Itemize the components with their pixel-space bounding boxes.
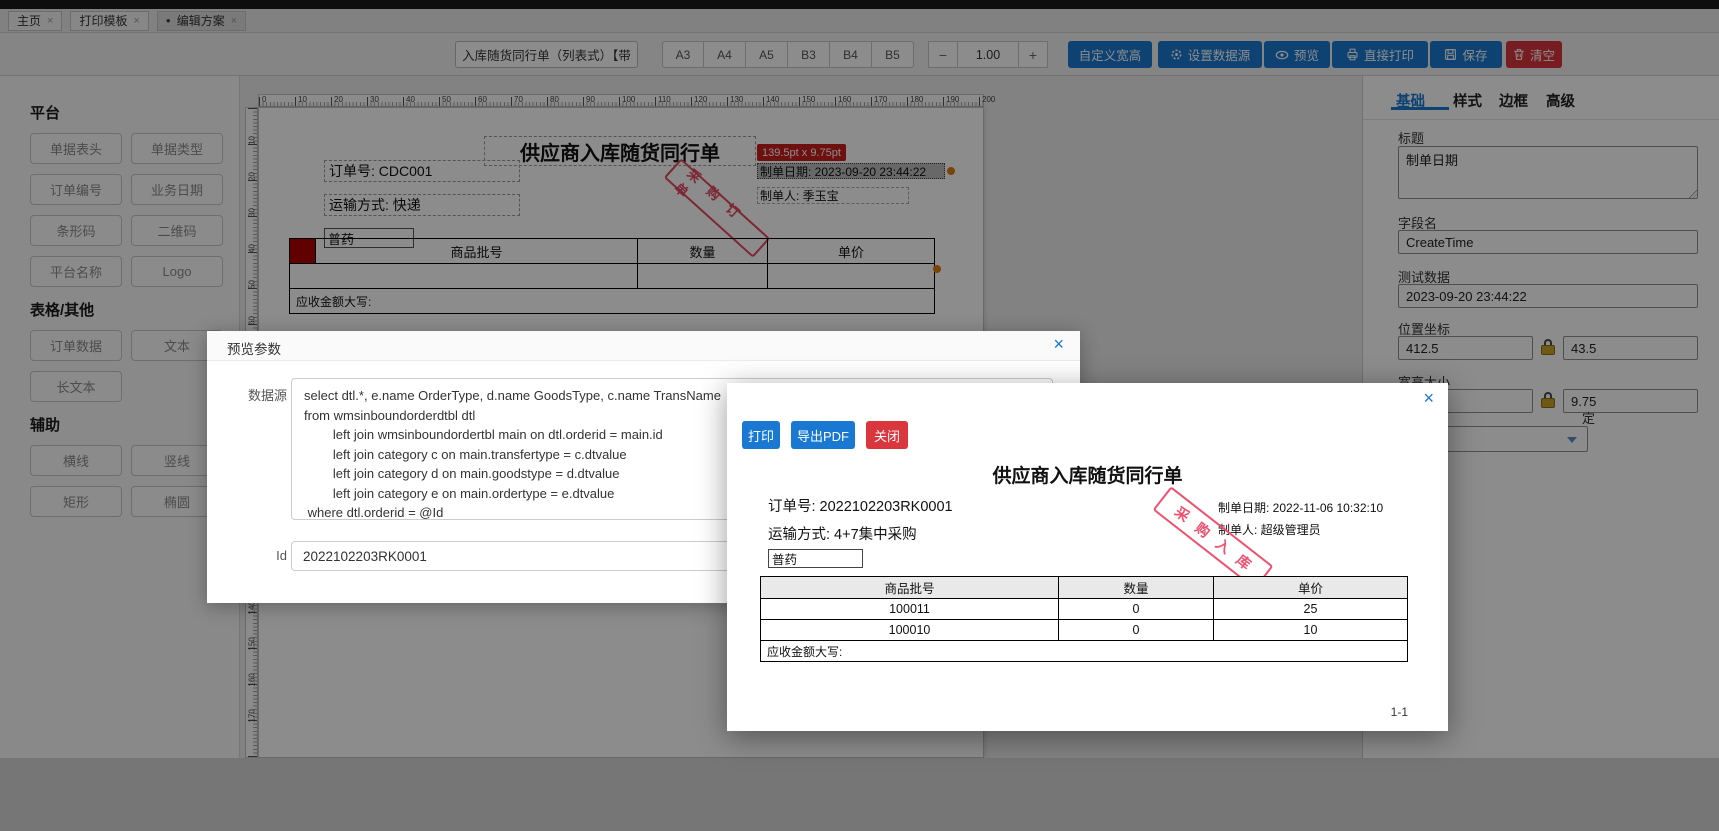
preview-table-cell: 10	[1213, 619, 1408, 641]
export-pdf-button[interactable]: 导出PDF	[791, 421, 855, 449]
preview-table-cell: 0	[1058, 619, 1214, 641]
dialog-header: 预览参数 ×	[207, 331, 1080, 361]
table-row: 100010 0 10	[760, 619, 1408, 641]
id-label: Id	[276, 548, 287, 563]
close-icon[interactable]: ×	[1053, 335, 1064, 353]
preview-table-header: 商品批号	[760, 576, 1059, 599]
preview-create-date: 制单日期: 2022-11-06 10:32:10	[1218, 501, 1384, 515]
preview-order-no: 订单号: 2022102203RK0001	[768, 499, 953, 515]
print-preview-dialog: × 打印 导出PDF 关闭 供应商入库随货同行单 订单号: 2022102203…	[727, 383, 1448, 731]
preview-transport: 运输方式: 4+7集中采购	[768, 527, 917, 543]
datasource-label: 数据源	[247, 388, 287, 403]
print-button[interactable]: 打印	[742, 421, 780, 449]
close-button[interactable]: 关闭	[866, 421, 908, 449]
preview-table-cell: 25	[1213, 598, 1408, 620]
preview-table-header: 数量	[1058, 576, 1214, 599]
preview-table-cell: 100011	[760, 598, 1059, 620]
preview-detail-table: 商品批号 数量 单价 100011 0 25 100010 0 10 应收金额大写:	[760, 576, 1408, 662]
preview-goods-type: 普药	[768, 549, 863, 568]
preview-table-cell: 0	[1058, 598, 1214, 620]
app-root: 主页×打印模板×●编辑方案× A3A4A5B3B4B5 − 1.00 + 自定义…	[0, 0, 1719, 831]
preview-doc-title: 供应商入库随货同行单	[992, 466, 1183, 487]
amount-words-cell: 应收金额大写:	[760, 640, 1408, 662]
close-icon[interactable]: ×	[1423, 389, 1434, 407]
table-row: 100011 0 25	[760, 598, 1408, 620]
preview-table-header: 单价	[1213, 576, 1408, 599]
page-indicator: 1-1	[1390, 705, 1408, 719]
preview-table-cell: 100010	[760, 619, 1059, 641]
dialog-title: 预览参数	[227, 342, 281, 357]
